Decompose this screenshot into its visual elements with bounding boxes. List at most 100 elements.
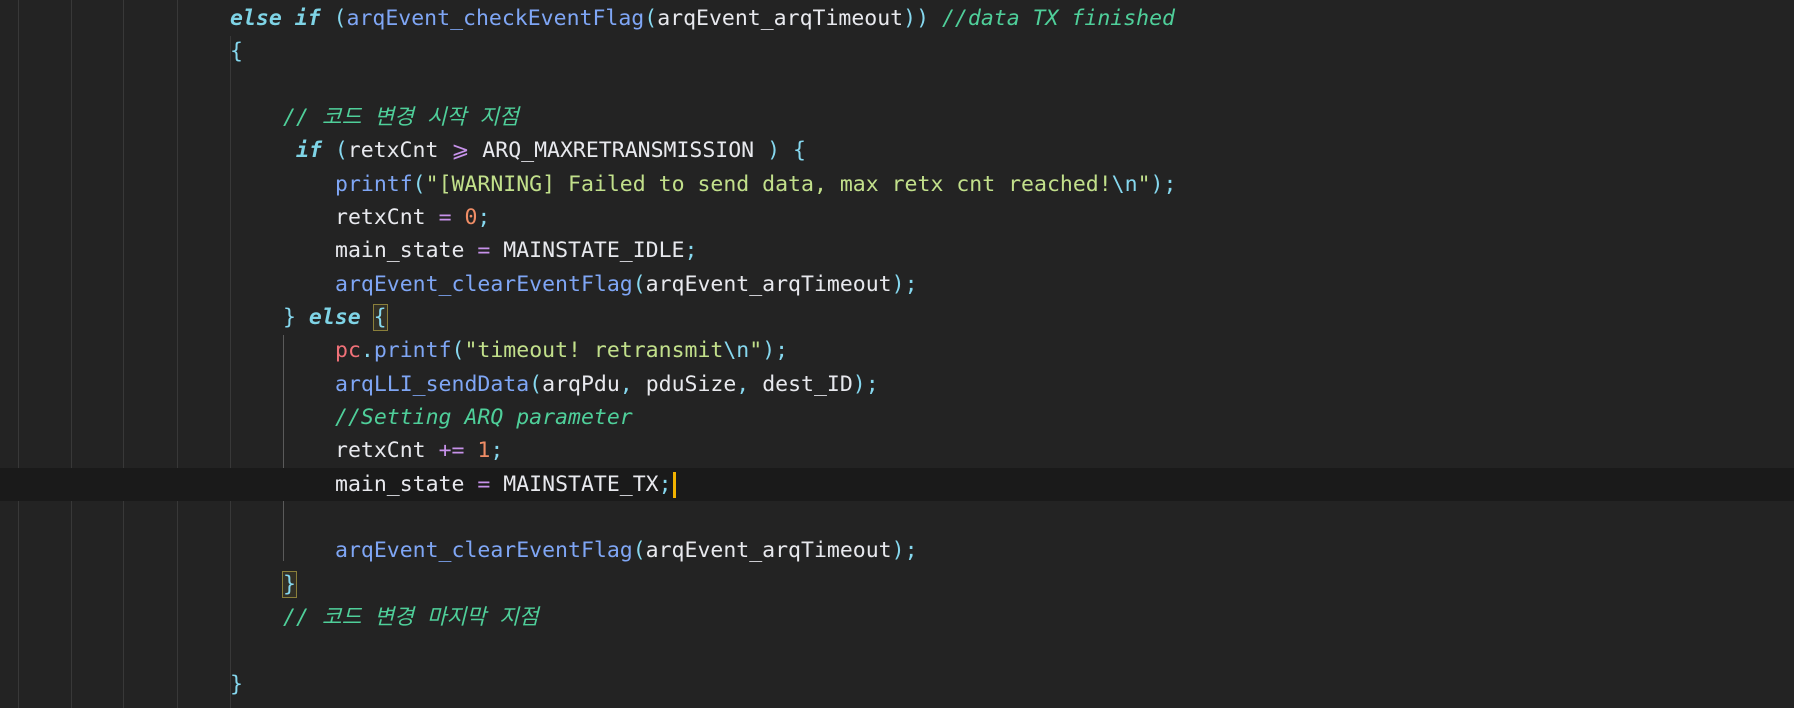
code-token: // 코드 변경 마지막 지점 [283,605,539,630]
code-token: arqLLI_sendData [335,372,530,397]
code-token: ; [658,472,672,497]
code-token: MAINSTATE_TX [490,472,659,497]
code-token: else [230,6,282,31]
code-token: arqEvent_arqTimeout [645,272,892,297]
code-text: // 코드 변경 시작 지점 [283,101,519,134]
code-token: ( [632,538,646,563]
code-token: dest_ID [762,372,853,397]
code-line[interactable]: // 코드 변경 마지막 지점 [0,601,1794,634]
code-token: } [230,672,243,697]
code-token: MAINSTATE_IDLE [490,238,685,263]
code-line[interactable]: // 코드 변경 시작 지점 [0,101,1794,134]
code-token: main_state [335,472,478,497]
code-text: else if (arqEvent_checkEventFlag(arqEven… [230,2,1175,35]
code-line[interactable]: if (retxCnt ⩾ ARQ_MAXRETRANSMISSION ) { [0,134,1794,167]
code-token: retxCnt [335,438,439,463]
code-token: { [372,304,388,331]
code-token: ) { [767,138,806,163]
code-token: } [282,571,297,598]
code-token: ); [762,338,789,363]
code-text: // 코드 변경 마지막 지점 [283,601,539,634]
code-text: arqLLI_sendData(arqPdu, pduSize, dest_ID… [335,368,879,401]
code-token: , [736,372,763,397]
code-text: retxCnt += 1; [335,434,503,467]
code-token: \n [723,338,750,363]
code-token: retxCnt [335,205,439,230]
code-line[interactable]: } [0,568,1794,601]
code-token: "timeout! retransmit [464,338,724,363]
code-token: . [360,338,374,363]
code-line[interactable]: arqEvent_clearEventFlag(arqEvent_arqTime… [0,268,1794,301]
code-token: )) [903,6,942,31]
code-token: { [230,39,243,64]
code-token: printf [335,172,413,197]
code-token: if [296,138,322,163]
code-token: ( [412,172,426,197]
code-token: "[WARNING] Failed to send data, max retx… [425,172,1112,197]
code-token: = [477,238,491,263]
code-text: main_state = MAINSTATE_IDLE; [335,234,697,267]
code-token: // 코드 변경 시작 지점 [283,105,519,130]
code-token: , [619,372,646,397]
code-token: ; [684,238,698,263]
code-line[interactable] [0,68,1794,101]
code-line[interactable]: else if (arqEvent_checkEventFlag(arqEven… [0,2,1794,35]
code-text: main_state = MAINSTATE_TX; [335,468,676,501]
code-line[interactable]: printf("[WARNING] Failed to send data, m… [0,168,1794,201]
code-token: ; [477,205,491,230]
code-text: { [230,35,243,68]
code-token: ( [529,372,543,397]
code-text: arqEvent_clearEventFlag(arqEvent_arqTime… [335,534,918,567]
code-line[interactable] [0,501,1794,534]
code-token: } [283,305,309,330]
code-line[interactable]: //Setting ARQ parameter [0,401,1794,434]
code-token: " [1137,172,1151,197]
code-token: " [749,338,763,363]
code-line[interactable]: arqLLI_sendData(arqPdu, pduSize, dest_ID… [0,368,1794,401]
code-token: pduSize [645,372,737,397]
code-text: printf("[WARNING] Failed to send data, m… [335,168,1176,201]
code-text: } [230,668,243,701]
code-text: //Setting ARQ parameter [335,401,633,434]
code-token: += [438,438,465,463]
code-token: retxCnt [347,138,452,163]
code-line[interactable]: { [0,35,1794,68]
code-token: arqEvent_clearEventFlag [335,272,633,297]
code-token: main_state [335,238,478,263]
code-token: \n [1111,172,1138,197]
code-line[interactable]: main_state = MAINSTATE_TX; [0,468,1794,501]
code-line[interactable]: } else { [0,301,1794,334]
code-line[interactable]: arqEvent_clearEventFlag(arqEvent_arqTime… [0,534,1794,567]
code-token: = [477,472,491,497]
code-token: //data TX finished [941,6,1175,31]
code-line[interactable]: pc.printf("timeout! retransmit\n"); [0,334,1794,367]
code-text: retxCnt = 0; [335,201,490,234]
code-line[interactable]: } [0,668,1794,701]
code-line[interactable]: retxCnt = 0; [0,201,1794,234]
code-text: arqEvent_clearEventFlag(arqEvent_arqTime… [335,268,918,301]
code-token: ⩾ [451,138,470,163]
code-token: arqEvent_arqTimeout [645,538,892,563]
code-line[interactable] [0,634,1794,667]
code-line[interactable]: retxCnt += 1; [0,434,1794,467]
code-text: } else { [283,301,388,334]
code-token: ARQ_MAXRETRANSMISSION [469,138,768,163]
code-editor[interactable]: else if (arqEvent_checkEventFlag(arqEven… [0,0,1794,708]
code-token: arqEvent_checkEventFlag [346,6,645,31]
code-line[interactable]: main_state = MAINSTATE_IDLE; [0,234,1794,267]
code-token: //Setting ARQ parameter [335,405,633,430]
code-token: ); [891,538,918,563]
code-token: printf [373,338,452,363]
code-token: = [438,205,452,230]
code-token: ( [632,272,646,297]
code-token: ( [320,6,347,31]
code-token: ); [852,372,879,397]
code-text: if (retxCnt ⩾ ARQ_MAXRETRANSMISSION ) { [296,134,806,167]
code-token: pc [335,338,361,363]
code-token: 1 [477,438,491,463]
code-token: ( [644,6,658,31]
